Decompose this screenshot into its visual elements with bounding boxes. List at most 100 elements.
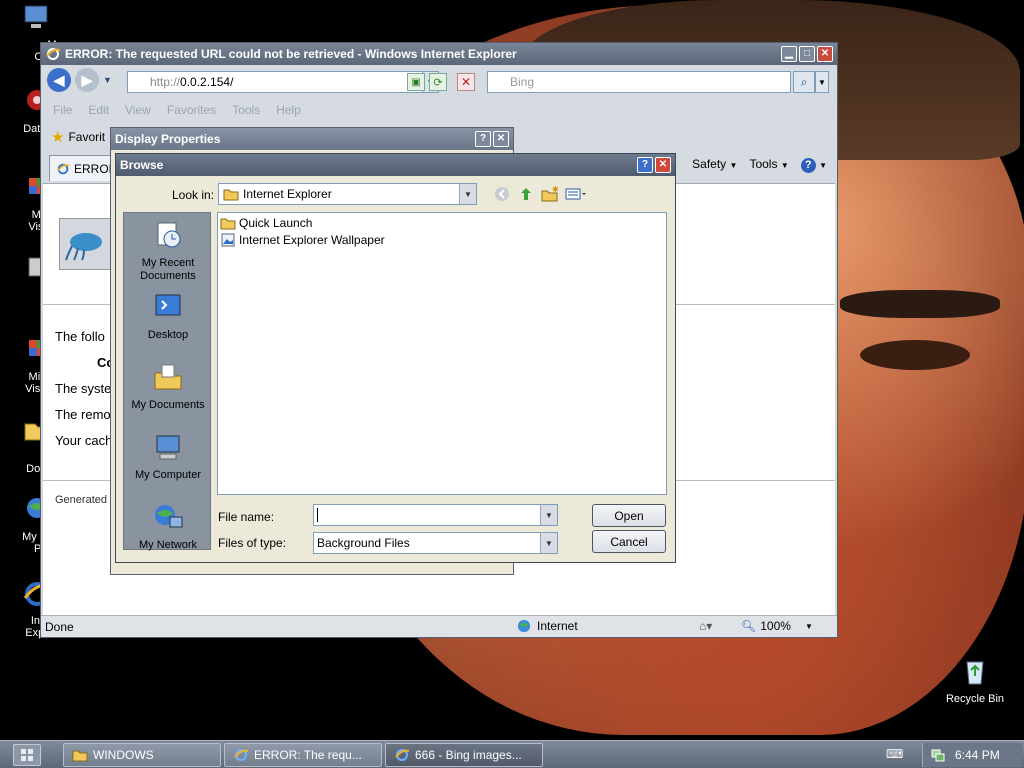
task-label: WINDOWS <box>93 748 154 762</box>
stop-icon[interactable]: ✕ <box>457 73 475 91</box>
menu-view[interactable]: View <box>125 103 151 117</box>
desktop-icon <box>155 294 181 316</box>
back-icon[interactable] <box>492 184 512 204</box>
place-my-network[interactable]: My Network <box>124 501 212 552</box>
chevron-down-icon: ▼ <box>819 161 827 170</box>
chevron-down-icon[interactable]: ▼ <box>540 505 557 525</box>
chevron-down-icon: ▼ <box>804 621 813 631</box>
error-text-line: The follo <box>55 329 105 344</box>
image-file-icon <box>221 233 235 247</box>
favorites-star-icon[interactable]: ★ <box>51 128 64 146</box>
address-bar[interactable]: http:// 0.0.2.154/ ▼ <box>127 71 439 93</box>
safety-menu[interactable]: Safety ▼ <box>692 157 737 173</box>
place-label: Desktop <box>147 329 189 341</box>
security-zone[interactable]: Internet <box>517 619 578 633</box>
my-network-places-icon <box>155 505 183 528</box>
ie-status-bar: Done Internet ⌂▾ 🔍︎ 100% ▼ <box>41 615 837 637</box>
place-my-computer[interactable]: My Computer <box>124 431 212 482</box>
folder-icon <box>223 189 239 201</box>
zone-label: Internet <box>537 619 578 633</box>
menu-edit[interactable]: Edit <box>88 103 109 117</box>
look-in-combo[interactable]: Internet Explorer ▼ <box>218 183 477 205</box>
look-in-value: Internet Explorer <box>243 187 332 201</box>
place-label: My Documents <box>131 399 205 411</box>
menu-favorites[interactable]: Favorites <box>167 103 216 117</box>
file-item-quick-launch[interactable]: Quick Launch <box>220 215 312 231</box>
wallpaper-eye <box>860 340 970 370</box>
clock[interactable]: 6:44 PM <box>955 748 1000 762</box>
file-item-label: Quick Launch <box>239 216 313 230</box>
help-menu[interactable]: ? ▼ <box>800 157 827 173</box>
recent-documents-icon <box>157 222 181 248</box>
file-item-ie-wallpaper[interactable]: Internet Explorer Wallpaper <box>220 232 385 248</box>
place-my-documents[interactable]: My Documents <box>124 361 212 412</box>
command-bar: Safety ▼ Tools ▼ ? ▼ <box>692 157 827 173</box>
minimize-button[interactable]: ▁ <box>781 46 797 62</box>
forward-button[interactable]: ▶ <box>75 68 99 92</box>
file-list[interactable]: Quick Launch Internet Explorer Wallpaper <box>217 212 667 495</box>
display-properties-titlebar[interactable]: Display Properties ? ✕ <box>111 128 513 150</box>
compatibility-view-icon[interactable]: ▣ <box>407 73 425 91</box>
taskbar-button-windows[interactable]: WINDOWS <box>63 743 221 767</box>
display-properties-title: Display Properties <box>115 132 221 146</box>
back-button[interactable]: ◀ <box>47 68 71 92</box>
files-of-type-select[interactable]: Background Files ▼ <box>313 532 558 554</box>
address-host: 0.0.2.154/ <box>180 75 234 89</box>
place-desktop[interactable]: Desktop <box>124 291 212 342</box>
start-button[interactable] <box>13 744 41 766</box>
protected-mode-icon[interactable]: ⌂▾ <box>699 619 712 633</box>
history-dropdown-icon[interactable]: ▼ <box>103 75 112 85</box>
up-folder-icon[interactable] <box>516 184 536 204</box>
files-of-type-label: Files of type: <box>218 536 287 550</box>
place-my-recent-documents[interactable]: My Recent Documents <box>124 219 212 283</box>
keyboard-icon[interactable]: ⌨ <box>886 747 903 761</box>
search-icon[interactable]: ⌕ <box>793 71 815 93</box>
menu-help[interactable]: Help <box>276 103 301 117</box>
tools-menu[interactable]: Tools ▼ <box>749 157 788 173</box>
internet-explorer-icon <box>57 163 70 174</box>
task-label: 666 - Bing images... <box>415 748 522 762</box>
look-in-label: Look in: <box>172 188 215 202</box>
file-name-input[interactable]: ▼ <box>313 504 558 526</box>
help-button[interactable]: ? <box>637 157 653 173</box>
files-of-type-value: Background Files <box>317 536 410 550</box>
my-computer-icon <box>24 5 48 28</box>
new-folder-icon[interactable]: ✱ <box>540 184 560 204</box>
status-text: Done <box>45 619 74 634</box>
close-button[interactable]: ✕ <box>817 46 833 62</box>
ie-window-title: ERROR: The requested URL could not be re… <box>65 47 517 61</box>
menu-tools[interactable]: Tools <box>232 103 260 117</box>
zoom-level: 100% <box>760 619 791 633</box>
place-label: My Recent <box>141 257 195 269</box>
search-options-dropdown-icon[interactable]: ▼ <box>815 71 829 93</box>
refresh-icon[interactable]: ⟳ <box>429 73 447 91</box>
menu-file[interactable]: File <box>53 103 72 117</box>
my-documents-icon <box>154 364 182 390</box>
close-button[interactable]: ✕ <box>655 157 671 173</box>
desktop-icon-recycle-bin[interactable]: Recycle Bin <box>938 656 1012 705</box>
cancel-button[interactable]: Cancel <box>592 530 666 553</box>
browse-dialog: Browse ? ✕ Look in: Internet Explorer ▼ … <box>115 153 676 563</box>
view-menu-icon[interactable] <box>564 184 588 204</box>
wallpaper-brow <box>840 290 1000 318</box>
favorites-button[interactable]: Favorit <box>68 130 105 144</box>
help-button[interactable]: ? <box>475 131 491 147</box>
chevron-down-icon[interactable]: ▼ <box>459 184 476 204</box>
maximize-button[interactable]: □ <box>799 46 815 62</box>
browse-titlebar[interactable]: Browse ? ✕ <box>116 154 675 176</box>
search-input[interactable]: Bing <box>487 71 791 93</box>
error-text-line: The syste <box>55 381 112 396</box>
network-status-icon[interactable] <box>931 748 945 762</box>
file-item-label: Internet Explorer Wallpaper <box>239 233 385 247</box>
places-bar: My Recent Documents Desktop My Documents… <box>123 212 212 552</box>
taskbar-button-ie-error[interactable]: ERROR: The requ... <box>224 743 382 767</box>
arrow-right-icon: ▶ <box>81 71 93 88</box>
ie-titlebar[interactable]: ERROR: The requested URL could not be re… <box>41 43 837 65</box>
zoom-control[interactable]: 🔍︎ 100% ▼ <box>741 619 813 633</box>
file-name-label: File name: <box>218 510 275 524</box>
place-label: My Computer <box>134 469 202 481</box>
close-button[interactable]: ✕ <box>493 131 509 147</box>
open-button[interactable]: Open <box>592 504 666 527</box>
chevron-down-icon[interactable]: ▼ <box>540 533 557 553</box>
taskbar-button-bing-images[interactable]: 666 - Bing images... <box>385 743 543 767</box>
